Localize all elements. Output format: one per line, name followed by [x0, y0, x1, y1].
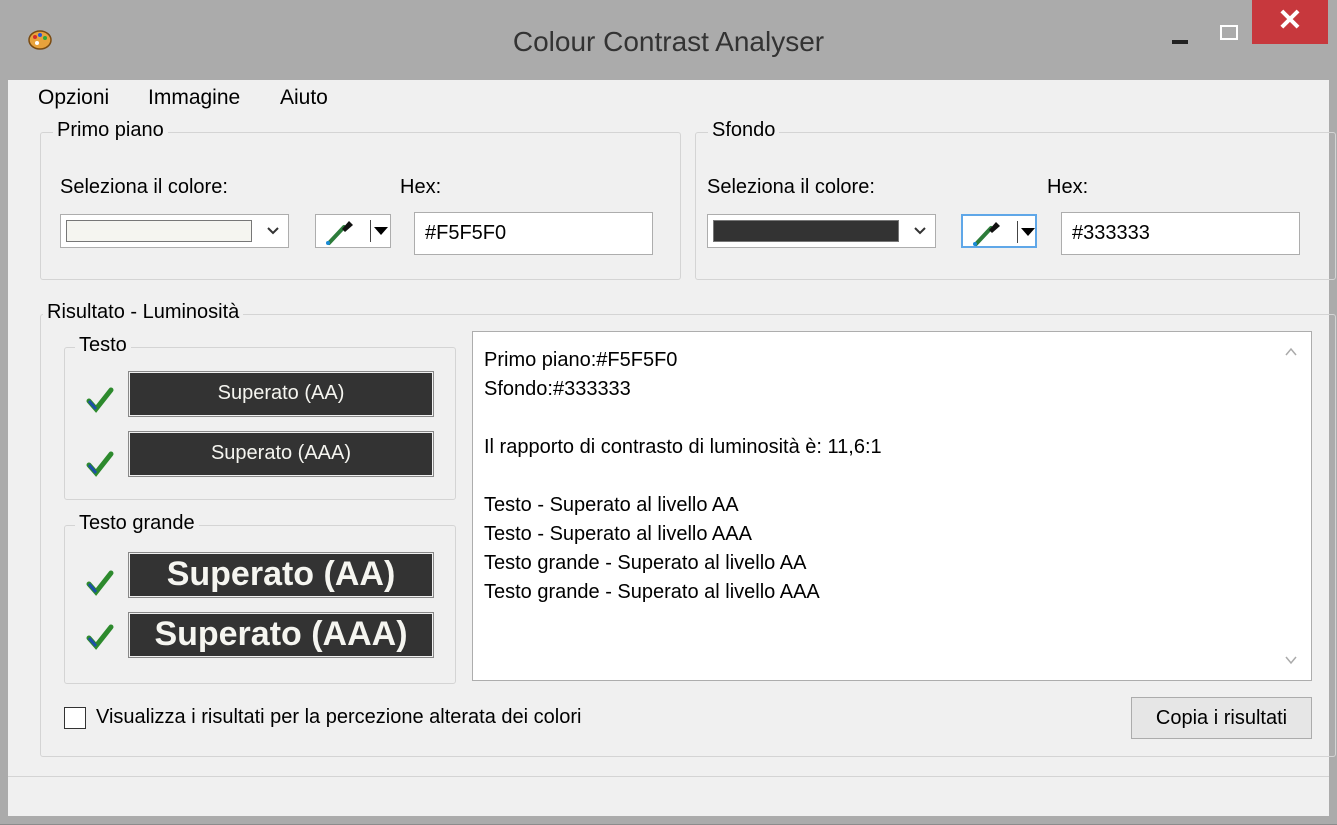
results-textarea[interactable]: Primo piano:#F5F5F0 Sfondo:#333333 Il ra…: [472, 331, 1312, 681]
background-hex-input[interactable]: #333333: [1061, 212, 1300, 255]
scroll-up-icon[interactable]: [1283, 344, 1299, 360]
chevron-down-icon: [914, 227, 926, 235]
large-text-aa-result: Superato (AA): [128, 552, 434, 598]
window-title: Colour Contrast Analyser: [512, 26, 825, 57]
dropdown-arrow-icon: [1021, 228, 1035, 236]
app-window: Colour Contrast Analyser ✕ Opzioni Immag…: [0, 0, 1337, 824]
eyedropper-icon: [326, 221, 353, 245]
background-eyedropper-button[interactable]: [961, 214, 1037, 248]
menu-immagine[interactable]: Immagine: [148, 86, 240, 110]
background-hex-label: Hex:: [1047, 176, 1089, 198]
foreground-eyedropper-button[interactable]: [315, 214, 391, 248]
foreground-group-title: Primo piano: [53, 119, 168, 142]
checkmark-icon: [86, 451, 114, 477]
menu-opzioni[interactable]: Opzioni: [38, 86, 109, 110]
checkmark-icon: [86, 570, 114, 596]
menu-aiuto[interactable]: Aiuto: [280, 86, 328, 110]
scroll-down-icon[interactable]: [1283, 652, 1299, 668]
status-bar: [8, 776, 1329, 825]
minimize-button[interactable]: [1155, 18, 1205, 58]
checkmark-icon: [86, 387, 114, 413]
colorblind-checkbox-label[interactable]: Visualizza i risultati per la percezione…: [96, 706, 581, 729]
large-text-results-group: Testo grande: [64, 512, 456, 684]
title-bar[interactable]: Colour Contrast Analyser ✕: [0, 0, 1337, 80]
close-button[interactable]: ✕: [1252, 0, 1328, 44]
maximize-button[interactable]: [1205, 18, 1255, 58]
foreground-color-select[interactable]: [60, 214, 289, 248]
result-group-title: Risultato - Luminosità: [43, 301, 244, 324]
menu-bar: Opzioni Immagine Aiuto: [8, 80, 1329, 114]
text-results-group: Testo: [64, 334, 456, 500]
text-aa-result: Superato (AA): [128, 371, 434, 417]
chevron-down-icon: [267, 227, 279, 235]
checkmark-icon: [86, 624, 114, 650]
background-color-select[interactable]: [707, 214, 936, 248]
foreground-color-swatch: [66, 220, 252, 242]
large-text-results-title: Testo grande: [75, 512, 199, 535]
copy-results-button[interactable]: Copia i risultati: [1131, 697, 1312, 739]
background-select-label: Seleziona il colore:: [707, 176, 875, 198]
foreground-hex-input[interactable]: #F5F5F0: [414, 212, 653, 255]
background-group: Sfondo Seleziona il colore: Hex: #333333: [695, 119, 1336, 280]
foreground-select-label: Seleziona il colore:: [60, 176, 228, 198]
results-details: Primo piano:#F5F5F0 Sfondo:#333333 Il ra…: [484, 349, 882, 603]
background-group-title: Sfondo: [708, 119, 780, 142]
foreground-hex-label: Hex:: [400, 176, 442, 198]
text-aaa-result: Superato (AAA): [128, 431, 434, 477]
colorblind-checkbox[interactable]: [64, 707, 86, 729]
large-text-aaa-result: Superato (AAA): [128, 612, 434, 658]
dropdown-arrow-icon: [374, 227, 388, 235]
foreground-group: Primo piano Seleziona il colore: Hex: #F…: [40, 119, 681, 280]
background-color-swatch: [713, 220, 899, 242]
text-results-title: Testo: [75, 334, 131, 357]
eyedropper-icon: [973, 222, 1000, 246]
